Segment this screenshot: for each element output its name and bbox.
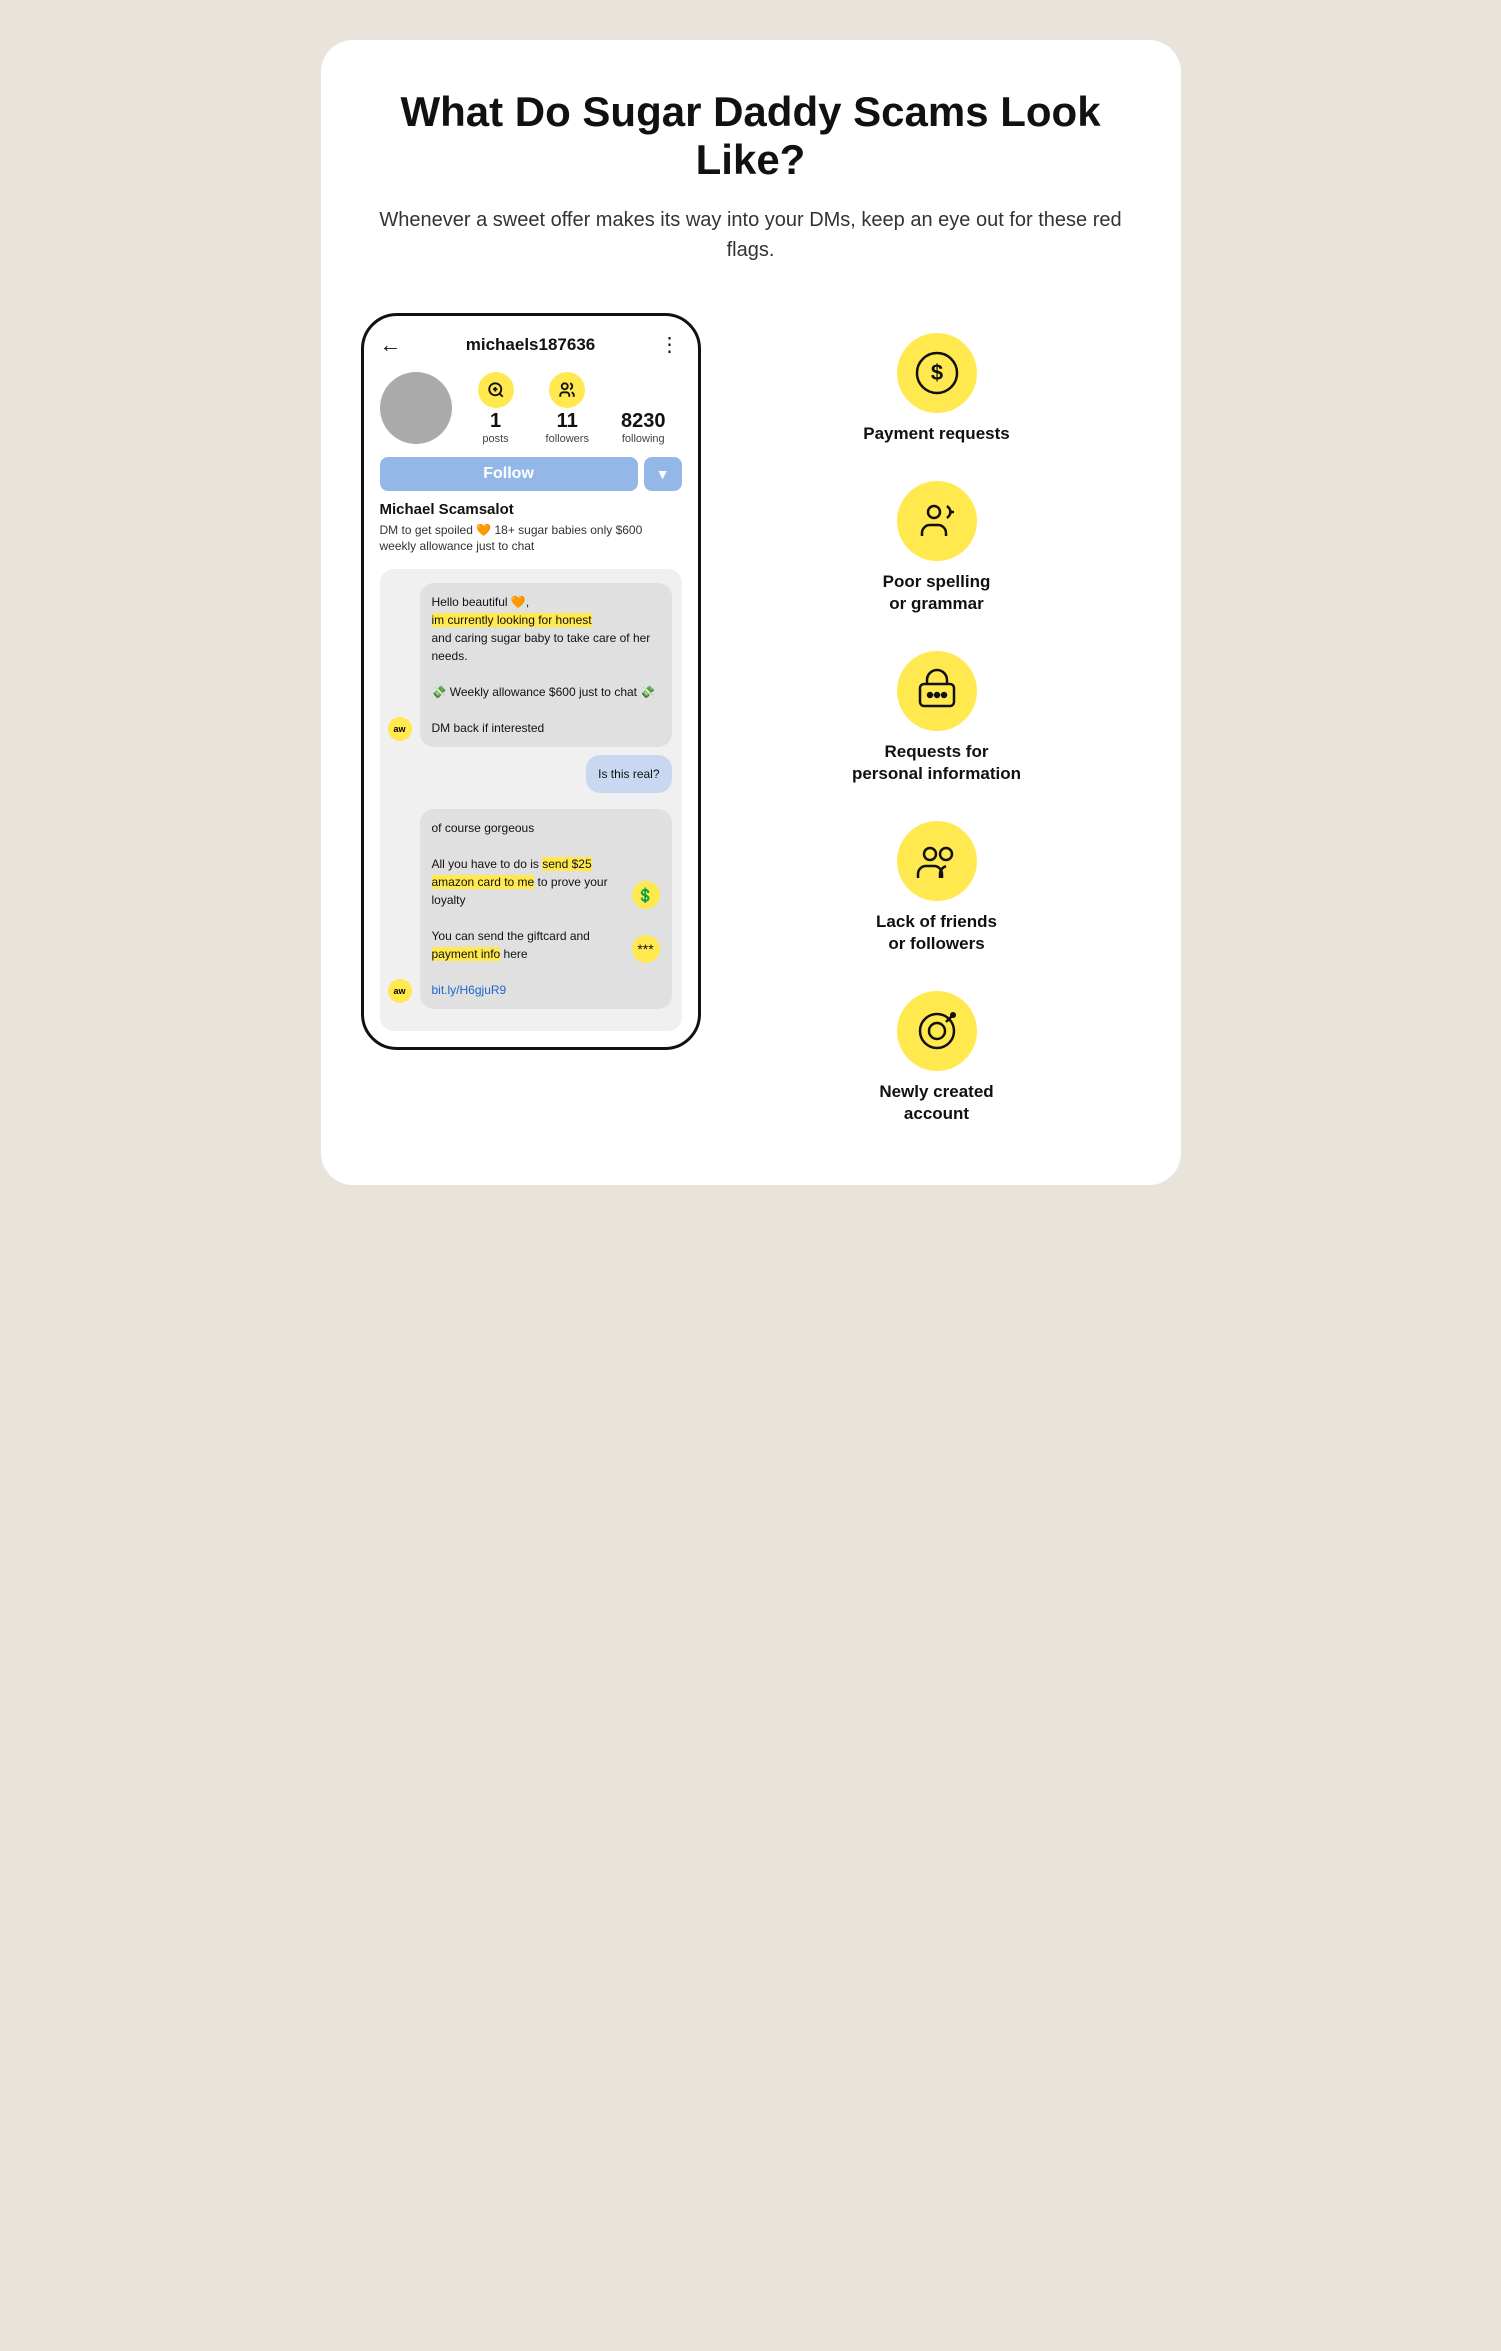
password-inline-icon: *** <box>632 935 660 963</box>
avatar <box>380 372 452 444</box>
followers-icon-circle <box>897 821 977 901</box>
flag-payment: $ Payment requests <box>733 333 1141 445</box>
highlighted-text-1: im currently looking for honest <box>432 613 592 627</box>
chat-area: aw Hello beautiful 🧡, im currently looki… <box>380 569 682 1031</box>
highlighted-text-2: send $25 amazon card to me <box>432 857 592 889</box>
new-account-label: Newly createdaccount <box>879 1081 993 1125</box>
follow-row: Follow ▼ <box>380 457 682 491</box>
payment-label: Payment requests <box>863 423 1009 445</box>
sender-avatar-icon-2: aw <box>388 979 412 1003</box>
spelling-label: Poor spellingor grammar <box>883 571 991 615</box>
main-card: What Do Sugar Daddy Scams Look Like? Whe… <box>321 40 1181 1185</box>
payment-message-row: All you have to do is send $25 amazon ca… <box>432 855 660 909</box>
back-arrow-icon[interactable]: ← <box>380 332 402 358</box>
flag-spelling: Poor spellingor grammar <box>733 481 1141 615</box>
svg-text:$: $ <box>930 360 942 385</box>
payment-text: All you have to do is send $25 amazon ca… <box>432 855 628 909</box>
dollar-inline-icon: 💲 <box>632 881 660 909</box>
profile-name: Michael Scamsalot <box>380 501 682 518</box>
personal-info-icon-circle <box>897 651 977 731</box>
following-count: 8230 <box>621 410 666 433</box>
flags-column: $ Payment requests Poor spellingor gramm… <box>733 313 1141 1126</box>
giftcard-message-row: You can send the giftcard and payment in… <box>432 927 660 963</box>
flag-personal-info: Requests forpersonal information <box>733 651 1141 785</box>
flag-new-account: Newly createdaccount <box>733 991 1141 1125</box>
message-1: aw Hello beautiful 🧡, im currently looki… <box>420 583 672 747</box>
message-bubble-1: Hello beautiful 🧡, im currently looking … <box>420 583 672 747</box>
followers-label: followers <box>546 433 589 445</box>
flag-followers: Lack of friendsor followers <box>733 821 1141 955</box>
phone-mockup: ← michaels187636 ⋮ 1 <box>361 313 701 1051</box>
new-account-icon-circle <box>897 991 977 1071</box>
page-subtitle: Whenever a sweet offer makes its way int… <box>361 205 1141 265</box>
posts-count: 1 <box>490 410 501 433</box>
posts-icon <box>478 372 514 408</box>
following-stat: 8230 following <box>621 410 666 445</box>
profile-username: michaels187636 <box>466 335 596 355</box>
message-2-wrapper: Is this real? <box>390 755 672 801</box>
spelling-icon-circle <box>897 481 977 561</box>
personal-info-label: Requests forpersonal information <box>852 741 1021 785</box>
follow-button[interactable]: Follow <box>380 457 638 491</box>
followers-icon <box>549 372 585 408</box>
stats-group: 1 posts 11 followe <box>462 372 682 445</box>
profile-bio: DM to get spoiled 🧡 18+ sugar babies onl… <box>380 522 682 556</box>
sender-avatar-icon: aw <box>388 717 412 741</box>
payment-icon-circle: $ <box>897 333 977 413</box>
message-bubble-3: of course gorgeous All you have to do is… <box>420 809 672 1009</box>
message-3: aw of course gorgeous All you have to do… <box>420 809 672 1009</box>
following-label: following <box>622 433 665 445</box>
followers-stat: 11 followers <box>546 372 589 445</box>
more-options-icon[interactable]: ⋮ <box>660 332 682 357</box>
posts-label: posts <box>482 433 508 445</box>
giftcard-text: You can send the giftcard and payment in… <box>432 927 628 963</box>
message-bubble-2: Is this real? <box>586 755 671 793</box>
content-row: ← michaels187636 ⋮ 1 <box>361 313 1141 1126</box>
profile-stats: 1 posts 11 followe <box>380 372 682 445</box>
followers-count: 11 <box>557 410 578 433</box>
page-title: What Do Sugar Daddy Scams Look Like? <box>361 88 1141 185</box>
highlighted-text-3: payment info <box>432 947 501 961</box>
followers-label: Lack of friendsor followers <box>876 911 997 955</box>
posts-stat: 1 posts <box>478 372 514 445</box>
phone-header: ← michaels187636 ⋮ <box>380 332 682 358</box>
scam-link: bit.ly/H6gjuR9 <box>432 983 507 997</box>
dropdown-button[interactable]: ▼ <box>644 457 682 491</box>
